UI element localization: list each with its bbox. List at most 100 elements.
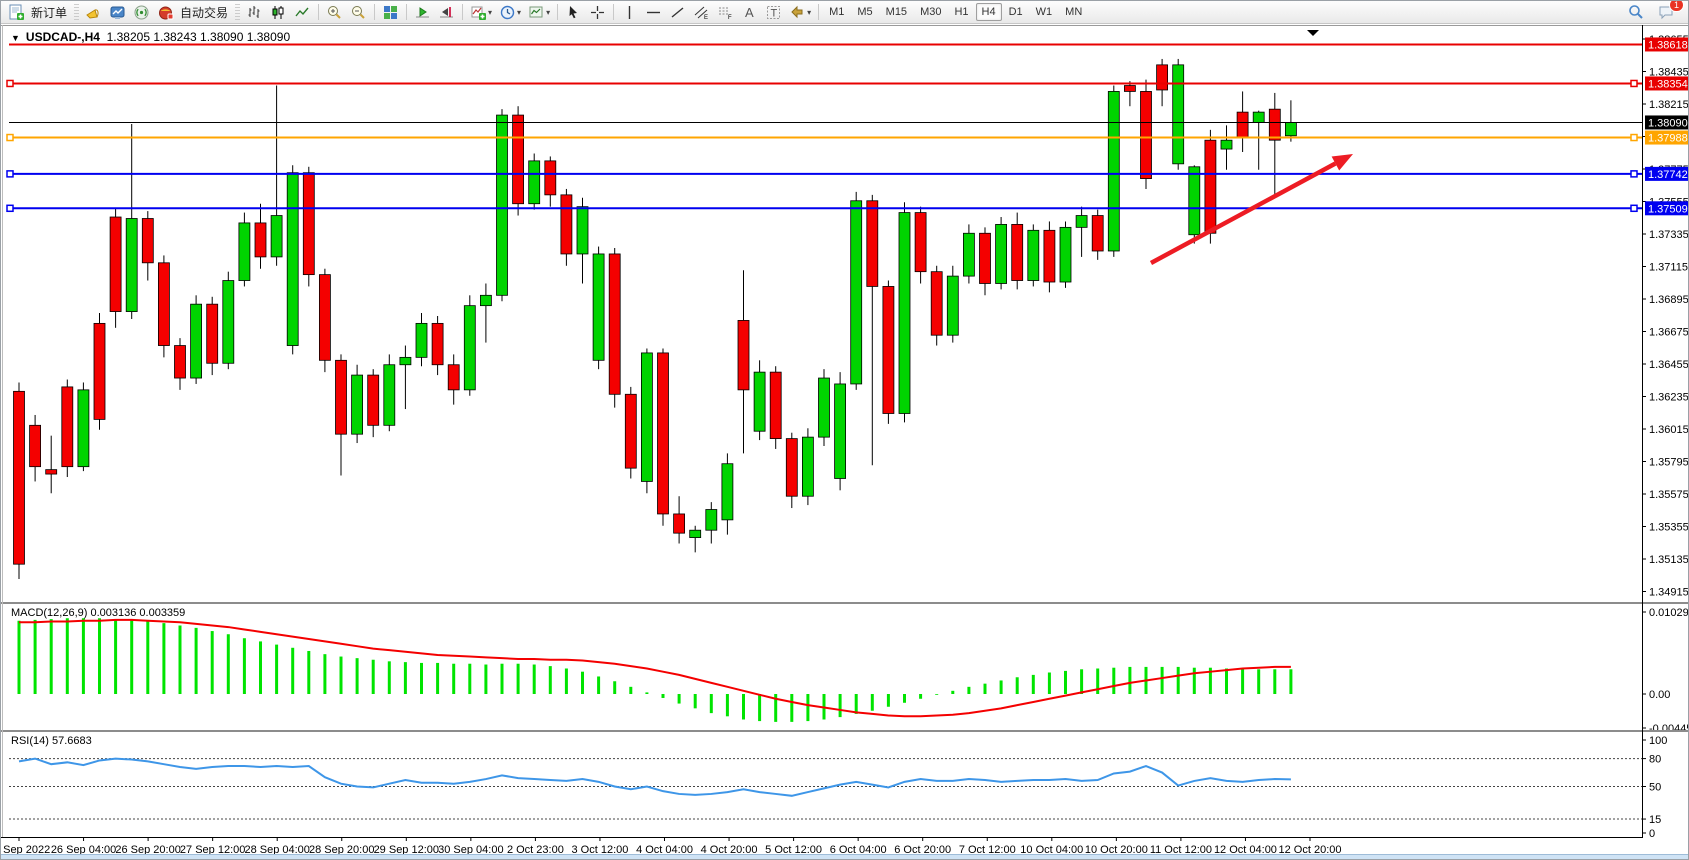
templates-icon (528, 4, 545, 21)
toolbar-separator (406, 4, 407, 20)
arrows-shapes-icon (789, 4, 806, 21)
trendline-tool-button[interactable] (666, 2, 689, 22)
tab-h4[interactable]: H4 (976, 3, 1002, 21)
tab-mn[interactable]: MN (1059, 3, 1088, 21)
fibonacci-tool-button[interactable]: F (714, 2, 737, 22)
zoom-out-button[interactable] (347, 2, 370, 22)
search-button[interactable] (1624, 2, 1648, 22)
svg-text:0.00: 0.00 (1649, 689, 1670, 701)
zoom-in-button[interactable] (323, 2, 346, 22)
chart-area[interactable]: ▼ USDCAD-,H4 1.38205 1.38243 1.38090 1.38… (1, 25, 1689, 854)
new-order-button[interactable] (5, 2, 28, 22)
toolbar-separator (818, 4, 819, 20)
svg-text:1.36455: 1.36455 (1649, 359, 1689, 371)
svg-text:1.35135: 1.35135 (1649, 554, 1689, 566)
svg-text:5 Oct 12:00: 5 Oct 12:00 (765, 844, 822, 854)
svg-text:10 Oct 20:00: 10 Oct 20:00 (1085, 844, 1148, 854)
tab-m15[interactable]: M15 (880, 3, 913, 21)
text-label-icon: T (765, 4, 782, 21)
svg-text:1.37509: 1.37509 (1648, 203, 1688, 215)
bar-chart-button[interactable] (243, 2, 266, 22)
indicators-button[interactable]: ▾ (467, 2, 495, 22)
hline-tool-button[interactable] (642, 2, 665, 22)
svg-text:11 Oct 12:00: 11 Oct 12:00 (1150, 844, 1212, 854)
text-tool-button[interactable]: A (738, 2, 761, 22)
autotrade-button[interactable] (154, 2, 177, 22)
tab-m30[interactable]: M30 (914, 3, 947, 21)
svg-text:1.36675: 1.36675 (1649, 327, 1689, 339)
chart-shift-button[interactable] (435, 2, 458, 22)
equidistant-channel-icon: E (693, 4, 710, 21)
chart-symbol: USDCAD-,H4 (26, 30, 100, 44)
signals-button[interactable] (130, 2, 153, 22)
autotrade-label[interactable]: 自动交易 (180, 4, 228, 21)
collapse-icon[interactable]: ▼ (11, 33, 20, 43)
svg-text:27 Sep 12:00: 27 Sep 12:00 (180, 844, 245, 854)
svg-text:0: 0 (1649, 828, 1655, 840)
fibonacci-icon: F (717, 4, 734, 21)
cursor-button[interactable] (562, 2, 585, 22)
autotrade-icon (157, 4, 174, 21)
market-watch-button[interactable] (106, 2, 129, 22)
horizontal-line-icon (645, 4, 662, 21)
arrows-tool-button[interactable]: ▾ (786, 2, 814, 22)
chart-canvas[interactable]: 1.386551.384351.382151.379951.377751.375… (1, 25, 1689, 854)
tab-h1[interactable]: H1 (948, 3, 974, 21)
toolbar: 新订单 自动交易 (1, 1, 1689, 24)
horn-icon (85, 4, 102, 21)
tab-d1[interactable]: D1 (1003, 3, 1029, 21)
templates-button[interactable]: ▾ (525, 2, 553, 22)
svg-text:T: T (771, 7, 778, 19)
trendline-icon (669, 4, 686, 21)
svg-text:1.36895: 1.36895 (1649, 294, 1689, 306)
chart-quotes: 1.38205 1.38243 1.38090 1.38090 (107, 30, 291, 44)
svg-text:1.37115: 1.37115 (1649, 262, 1688, 274)
svg-text:1.38354: 1.38354 (1648, 78, 1688, 90)
svg-text:1.37988: 1.37988 (1648, 133, 1688, 145)
candlestick-icon (270, 4, 287, 21)
svg-text:1.35355: 1.35355 (1649, 522, 1689, 534)
crosshair-icon (589, 4, 606, 21)
tile-windows-button[interactable] (379, 2, 402, 22)
text-label-tool-button[interactable]: T (762, 2, 785, 22)
zoom-in-icon (326, 4, 343, 21)
svg-text:100: 100 (1649, 735, 1667, 747)
svg-text:6 Oct 04:00: 6 Oct 04:00 (830, 844, 887, 854)
candlestick-button[interactable] (267, 2, 290, 22)
vline-tool-button[interactable] (618, 2, 641, 22)
svg-text:1.38215: 1.38215 (1649, 99, 1689, 111)
alerts-button[interactable] (82, 2, 105, 22)
tile-windows-icon (382, 4, 399, 21)
periods-button[interactable]: ▾ (496, 2, 524, 22)
new-order-label[interactable]: 新订单 (31, 4, 67, 21)
chart-title: ▼ USDCAD-,H4 1.38205 1.38243 1.38090 1.38… (11, 30, 290, 44)
community-button[interactable]: 1 (1654, 2, 1678, 22)
svg-text:10 Oct 04:00: 10 Oct 04:00 (1020, 844, 1083, 854)
tab-m5[interactable]: M5 (851, 3, 878, 21)
svg-text:RSI(14) 57.6683: RSI(14) 57.6683 (11, 735, 92, 747)
svg-text:1.38090: 1.38090 (1648, 117, 1688, 129)
toolbar-separator (557, 4, 558, 20)
notification-badge: 1 (1669, 0, 1684, 12)
svg-text:29 Sep 12:00: 29 Sep 12:00 (374, 844, 439, 854)
auto-scroll-button[interactable] (411, 2, 434, 22)
auto-scroll-icon (414, 4, 431, 21)
svg-text:1.38618: 1.38618 (1648, 39, 1688, 51)
svg-text:15: 15 (1649, 814, 1661, 826)
channel-tool-button[interactable]: E (690, 2, 713, 22)
tab-w1[interactable]: W1 (1030, 3, 1059, 21)
line-chart-icon (294, 4, 311, 21)
svg-text:12 Oct 20:00: 12 Oct 20:00 (1279, 844, 1342, 854)
crosshair-button[interactable] (586, 2, 609, 22)
svg-text:2 Oct 23:00: 2 Oct 23:00 (507, 844, 564, 854)
tab-m1[interactable]: M1 (823, 3, 850, 21)
svg-text:F: F (728, 15, 732, 21)
text-icon: A (741, 4, 758, 21)
svg-text:1.37335: 1.37335 (1649, 229, 1689, 241)
new-order-icon (8, 4, 25, 21)
line-chart-button[interactable] (291, 2, 314, 22)
svg-text:28 Sep 04:00: 28 Sep 04:00 (244, 844, 309, 854)
toolbar-separator (462, 4, 463, 20)
svg-text:-0.004453: -0.004453 (1649, 723, 1689, 735)
svg-text:1.35795: 1.35795 (1649, 457, 1689, 469)
